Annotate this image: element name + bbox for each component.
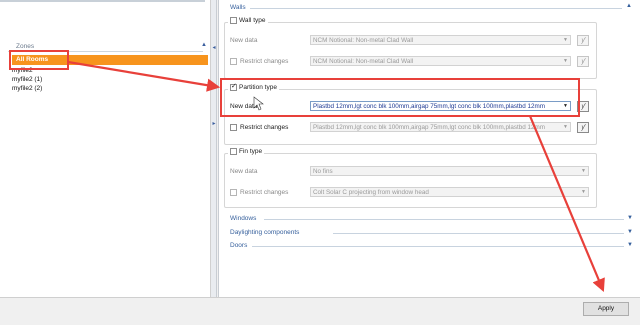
fin-restrict-label: Restrict changes — [240, 189, 289, 196]
chevron-down-icon[interactable]: ▼ — [627, 242, 633, 248]
section-divider — [264, 219, 624, 220]
dropdown-arrow-icon: ▼ — [581, 189, 586, 195]
dropdown-arrow-icon: ▼ — [563, 124, 568, 130]
bottom-bar — [0, 297, 640, 325]
fin-restrict-checkbox[interactable] — [230, 189, 237, 198]
dropdown-arrow-icon: ▼ — [581, 168, 586, 174]
zone-item[interactable]: myfile2 (2) — [12, 84, 42, 93]
splitter-right-arrow-icon[interactable]: ▸ — [211, 120, 217, 127]
partition-type-title[interactable]: Partition type — [228, 82, 279, 91]
wall-type-label: Wall type — [239, 17, 266, 24]
wall-restrict-dropdown[interactable]: NCM Notional: Non-metal Clad Wall ▼ — [310, 56, 571, 66]
panel-splitter[interactable]: ◂ ▸ — [211, 0, 217, 297]
wall-new-data-yes-button[interactable]: ƴ — [577, 35, 589, 46]
dropdown-arrow-icon: ▼ — [563, 58, 568, 64]
wall-restrict-yes-button[interactable]: ƴ — [577, 56, 589, 67]
wall-type-title[interactable]: Wall type — [228, 17, 268, 24]
wall-restrict-value: NCM Notional: Non-metal Clad Wall — [313, 58, 414, 65]
partition-new-data-label: New data — [230, 103, 258, 110]
partition-restrict-checkbox[interactable] — [230, 124, 237, 133]
fin-type-title[interactable]: Fin type — [228, 148, 265, 155]
fin-new-data-dropdown[interactable]: No fins ▼ — [310, 166, 589, 176]
dropdown-arrow-icon: ▼ — [563, 103, 568, 109]
partition-type-checkbox[interactable] — [230, 82, 237, 91]
section-divider — [333, 233, 624, 234]
partition-type-group — [224, 89, 597, 145]
fin-type-group — [224, 153, 597, 208]
fin-restrict-value: Colt Solar C projecting from window head — [313, 189, 429, 196]
wall-new-data-dropdown[interactable]: NCM Notional: Non-metal Clad Wall ▼ — [310, 35, 571, 45]
partition-restrict-label: Restrict changes — [240, 124, 289, 131]
wall-type-group — [224, 22, 597, 79]
partition-restrict-value: Plastbd 12mm,lgt conc blk 100mm,airgap 7… — [313, 124, 546, 131]
partition-type-label: Partition type — [239, 84, 277, 91]
collapse-arrow-icon[interactable]: ▲ — [201, 42, 207, 48]
section-daylighting[interactable]: Daylighting components — [230, 229, 299, 236]
zones-header[interactable]: Zones ▲ — [8, 42, 207, 52]
fin-type-checkbox[interactable] — [230, 148, 237, 155]
section-divider — [250, 8, 622, 9]
apply-button[interactable]: Apply — [583, 302, 629, 316]
wall-new-data-value: NCM Notional: Non-metal Clad Wall — [313, 37, 414, 44]
wall-new-data-label: New data — [230, 37, 258, 44]
fin-type-label: Fin type — [239, 148, 263, 155]
section-doors[interactable]: Doors — [230, 242, 247, 249]
dropdown-arrow-icon: ▼ — [563, 37, 568, 43]
partition-new-data-yes-button[interactable]: ƴ — [577, 101, 589, 112]
zones-header-label: Zones — [16, 43, 35, 50]
zone-item[interactable]: myfile2 — [12, 66, 33, 75]
wall-type-checkbox[interactable] — [230, 17, 237, 24]
partition-restrict-dropdown[interactable]: Plastbd 12mm,lgt conc blk 100mm,airgap 7… — [310, 122, 571, 132]
partition-restrict-yes-button[interactable]: ƴ — [577, 122, 589, 133]
chevron-down-icon[interactable]: ▼ — [627, 215, 633, 221]
splitter-left-arrow-icon[interactable]: ◂ — [211, 44, 217, 51]
chevron-down-icon[interactable]: ▼ — [627, 229, 633, 235]
section-windows[interactable]: Windows — [230, 215, 256, 222]
wall-restrict-label: Restrict changes — [240, 58, 289, 65]
chevron-up-icon[interactable]: ▲ — [626, 3, 632, 9]
fin-new-data-value: No fins — [313, 168, 333, 175]
wall-restrict-checkbox[interactable] — [230, 58, 237, 67]
section-walls[interactable]: Walls — [230, 4, 246, 11]
partition-new-data-value: Plastbd 12mm,lgt conc blk 100mm,airgap 7… — [313, 103, 546, 110]
left-panel-top-border — [0, 0, 205, 2]
fin-new-data-label: New data — [230, 168, 258, 175]
zone-item-all-rooms[interactable]: All Rooms — [12, 55, 208, 65]
partition-new-data-dropdown[interactable]: Plastbd 12mm,lgt conc blk 100mm,airgap 7… — [310, 101, 571, 111]
zone-item[interactable]: myfile2 (1) — [12, 75, 42, 84]
fin-restrict-dropdown[interactable]: Colt Solar C projecting from window head… — [310, 187, 589, 197]
section-divider — [252, 246, 624, 247]
